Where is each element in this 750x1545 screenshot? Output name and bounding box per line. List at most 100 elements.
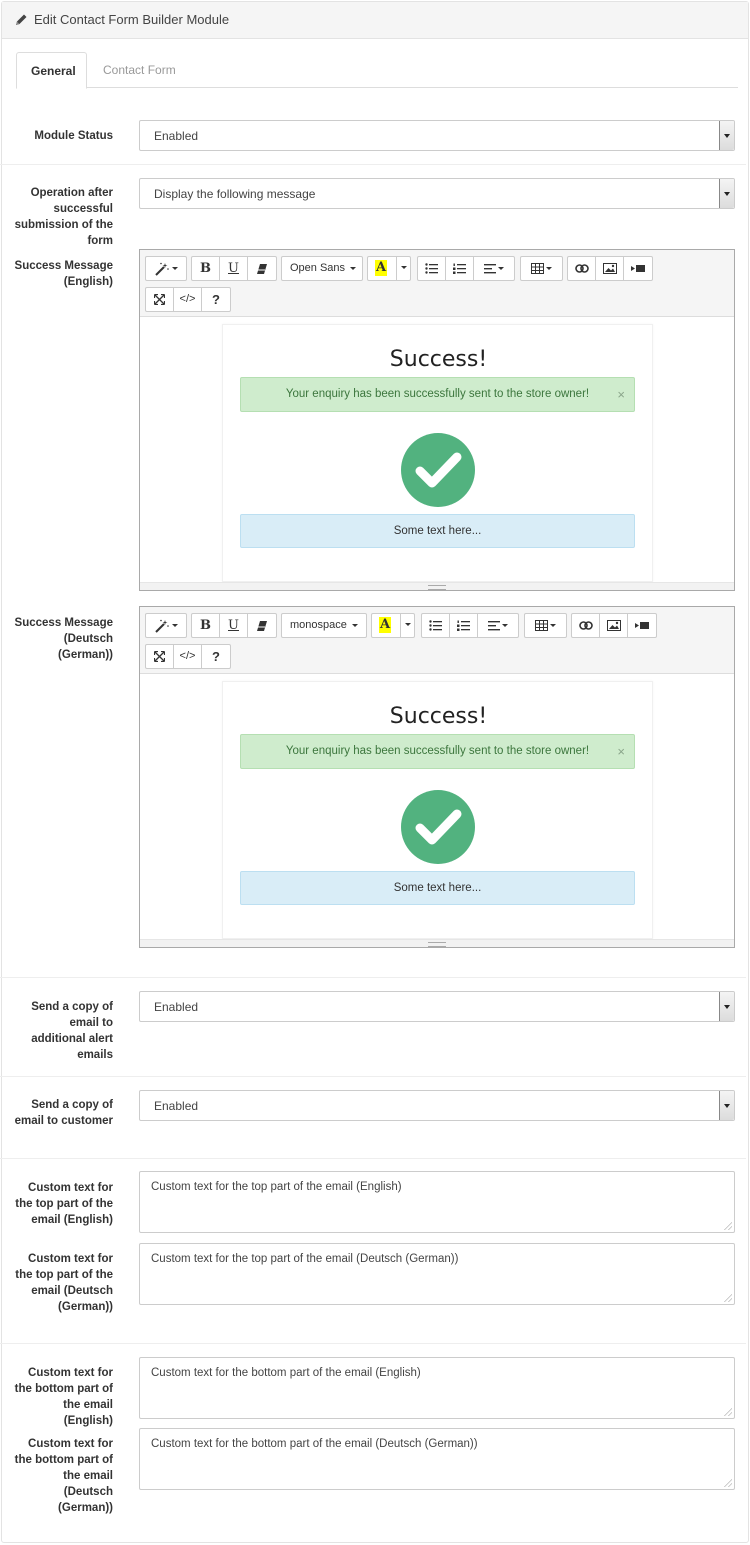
bullet-list-icon[interactable]	[422, 614, 450, 637]
resize-grip-icon[interactable]	[724, 1479, 732, 1487]
eraser-icon[interactable]	[248, 614, 276, 637]
align-icon[interactable]	[478, 614, 518, 637]
color-group: A	[367, 256, 413, 281]
resize-grip-icon[interactable]	[724, 1222, 732, 1230]
success-alert: Your enquiry has been successfully sent …	[240, 734, 635, 769]
table-button[interactable]	[524, 613, 567, 638]
link-icon[interactable]	[572, 614, 600, 637]
fullscreen-icon[interactable]	[146, 288, 174, 311]
resize-grip-icon[interactable]	[724, 1294, 732, 1302]
success-card: Success! Your enquiry has been successfu…	[222, 324, 653, 582]
paragraph-group	[417, 256, 515, 281]
editor-toolbar: B U monospace A </> ?	[140, 607, 734, 674]
textarea-placeholder: Custom text for the top part of the emai…	[151, 1181, 402, 1193]
text-color-button[interactable]: A	[367, 256, 397, 281]
insert-group	[567, 256, 653, 281]
table-icon	[525, 614, 566, 637]
alert-copy-select[interactable]: Enabled	[139, 991, 735, 1022]
divider	[0, 1076, 746, 1077]
success-heading: Success!	[389, 704, 488, 729]
success-message-german-editor[interactable]: B U monospace A </> ? Success! Your enqu…	[139, 606, 735, 948]
success-message-english-label: Success Message (English)	[14, 260, 113, 288]
textarea-placeholder: Custom text for the bottom part of the e…	[151, 1438, 478, 1450]
success-card: Success! Your enquiry has been successfu…	[222, 681, 653, 939]
success-alert-text: Your enquiry has been successfully sent …	[285, 745, 590, 757]
select-value: Display the following message	[154, 187, 316, 201]
top-text-english-label: Custom text for the top part of the emai…	[15, 1182, 113, 1226]
magic-wand-icon	[146, 257, 186, 280]
bold-button[interactable]: B	[192, 257, 220, 280]
help-button[interactable]: ?	[202, 288, 230, 311]
module-status-label: Module Status	[34, 130, 113, 142]
numbered-list-icon[interactable]	[446, 257, 474, 280]
module-status-select[interactable]: Enabled	[139, 120, 735, 151]
eraser-icon[interactable]	[248, 257, 276, 280]
bottom-text-english-textarea[interactable]: Custom text for the bottom part of the e…	[139, 1357, 735, 1419]
tab-general[interactable]: General	[16, 52, 87, 89]
help-button[interactable]: ?	[202, 645, 230, 668]
info-box: Some text here...	[240, 514, 635, 548]
bottom-text-english-label: Custom text for the bottom part of the e…	[14, 1367, 113, 1427]
link-icon[interactable]	[568, 257, 596, 280]
close-icon[interactable]: ×	[617, 378, 625, 411]
select-value: Enabled	[154, 129, 199, 143]
bottom-text-german-textarea[interactable]: Custom text for the bottom part of the e…	[139, 1428, 735, 1490]
image-icon[interactable]	[600, 614, 628, 637]
resize-grip-icon[interactable]	[724, 1408, 732, 1416]
divider	[0, 1158, 746, 1159]
operation-select[interactable]: Display the following message	[139, 178, 735, 209]
underline-button[interactable]: U	[220, 614, 248, 637]
view-group: </> ?	[145, 287, 231, 312]
customer-copy-select[interactable]: Enabled	[139, 1090, 735, 1121]
font-family-value: Open Sans	[290, 262, 346, 274]
underline-button[interactable]: U	[220, 257, 248, 280]
checkmark-icon	[401, 790, 475, 864]
bullet-list-icon[interactable]	[418, 257, 446, 280]
image-icon[interactable]	[596, 257, 624, 280]
customer-copy-label: Send a copy of email to customer	[14, 1099, 113, 1127]
editor-content[interactable]: Success! Your enquiry has been successfu…	[140, 674, 734, 940]
top-text-english-textarea[interactable]: Custom text for the top part of the emai…	[139, 1171, 735, 1233]
operation-label: Operation after successful submission of…	[14, 187, 113, 247]
dropdown-arrow-icon	[719, 992, 734, 1021]
editor-resize-handle[interactable]	[140, 582, 734, 590]
view-group: </> ?	[145, 644, 231, 669]
success-heading: Success!	[389, 347, 488, 372]
style-button[interactable]	[145, 256, 187, 281]
code-view-button[interactable]: </>	[174, 288, 202, 311]
style-button[interactable]	[145, 613, 187, 638]
numbered-list-icon[interactable]	[450, 614, 478, 637]
font-family-button[interactable]: Open Sans	[281, 256, 363, 281]
bold-button[interactable]: B	[192, 614, 220, 637]
divider	[0, 1343, 746, 1344]
page-title: Edit Contact Form Builder Module	[34, 12, 230, 27]
paragraph-group	[421, 613, 519, 638]
checkmark-icon	[401, 433, 475, 507]
color-dropdown-button[interactable]	[400, 613, 415, 638]
font-family-value: monospace	[290, 619, 347, 631]
font-family-button[interactable]: monospace	[281, 613, 367, 638]
select-value: Enabled	[154, 1000, 199, 1014]
video-icon[interactable]	[628, 614, 656, 637]
editor-content[interactable]: Success! Your enquiry has been successfu…	[140, 317, 734, 583]
panel-heading: Edit Contact Form Builder Module	[2, 2, 748, 39]
divider	[0, 164, 746, 165]
close-icon[interactable]: ×	[617, 735, 625, 768]
fullscreen-icon[interactable]	[146, 645, 174, 668]
info-box: Some text here...	[240, 871, 635, 905]
success-message-english-editor[interactable]: B U Open Sans A </> ? Success! Your enqu…	[139, 249, 735, 591]
editor-resize-handle[interactable]	[140, 939, 734, 947]
table-icon	[521, 257, 562, 280]
textarea-placeholder: Custom text for the bottom part of the e…	[151, 1367, 421, 1379]
text-color-button[interactable]: A	[371, 613, 401, 638]
insert-group	[571, 613, 657, 638]
code-view-button[interactable]: </>	[174, 645, 202, 668]
tab-contact-form[interactable]: Contact Form	[89, 52, 190, 88]
align-icon[interactable]	[474, 257, 514, 280]
video-icon[interactable]	[624, 257, 652, 280]
font-style-group: B U	[191, 256, 277, 281]
color-dropdown-button[interactable]	[396, 256, 411, 281]
editor-toolbar: B U Open Sans A </> ?	[140, 250, 734, 317]
table-button[interactable]	[520, 256, 563, 281]
top-text-german-textarea[interactable]: Custom text for the top part of the emai…	[139, 1243, 735, 1305]
